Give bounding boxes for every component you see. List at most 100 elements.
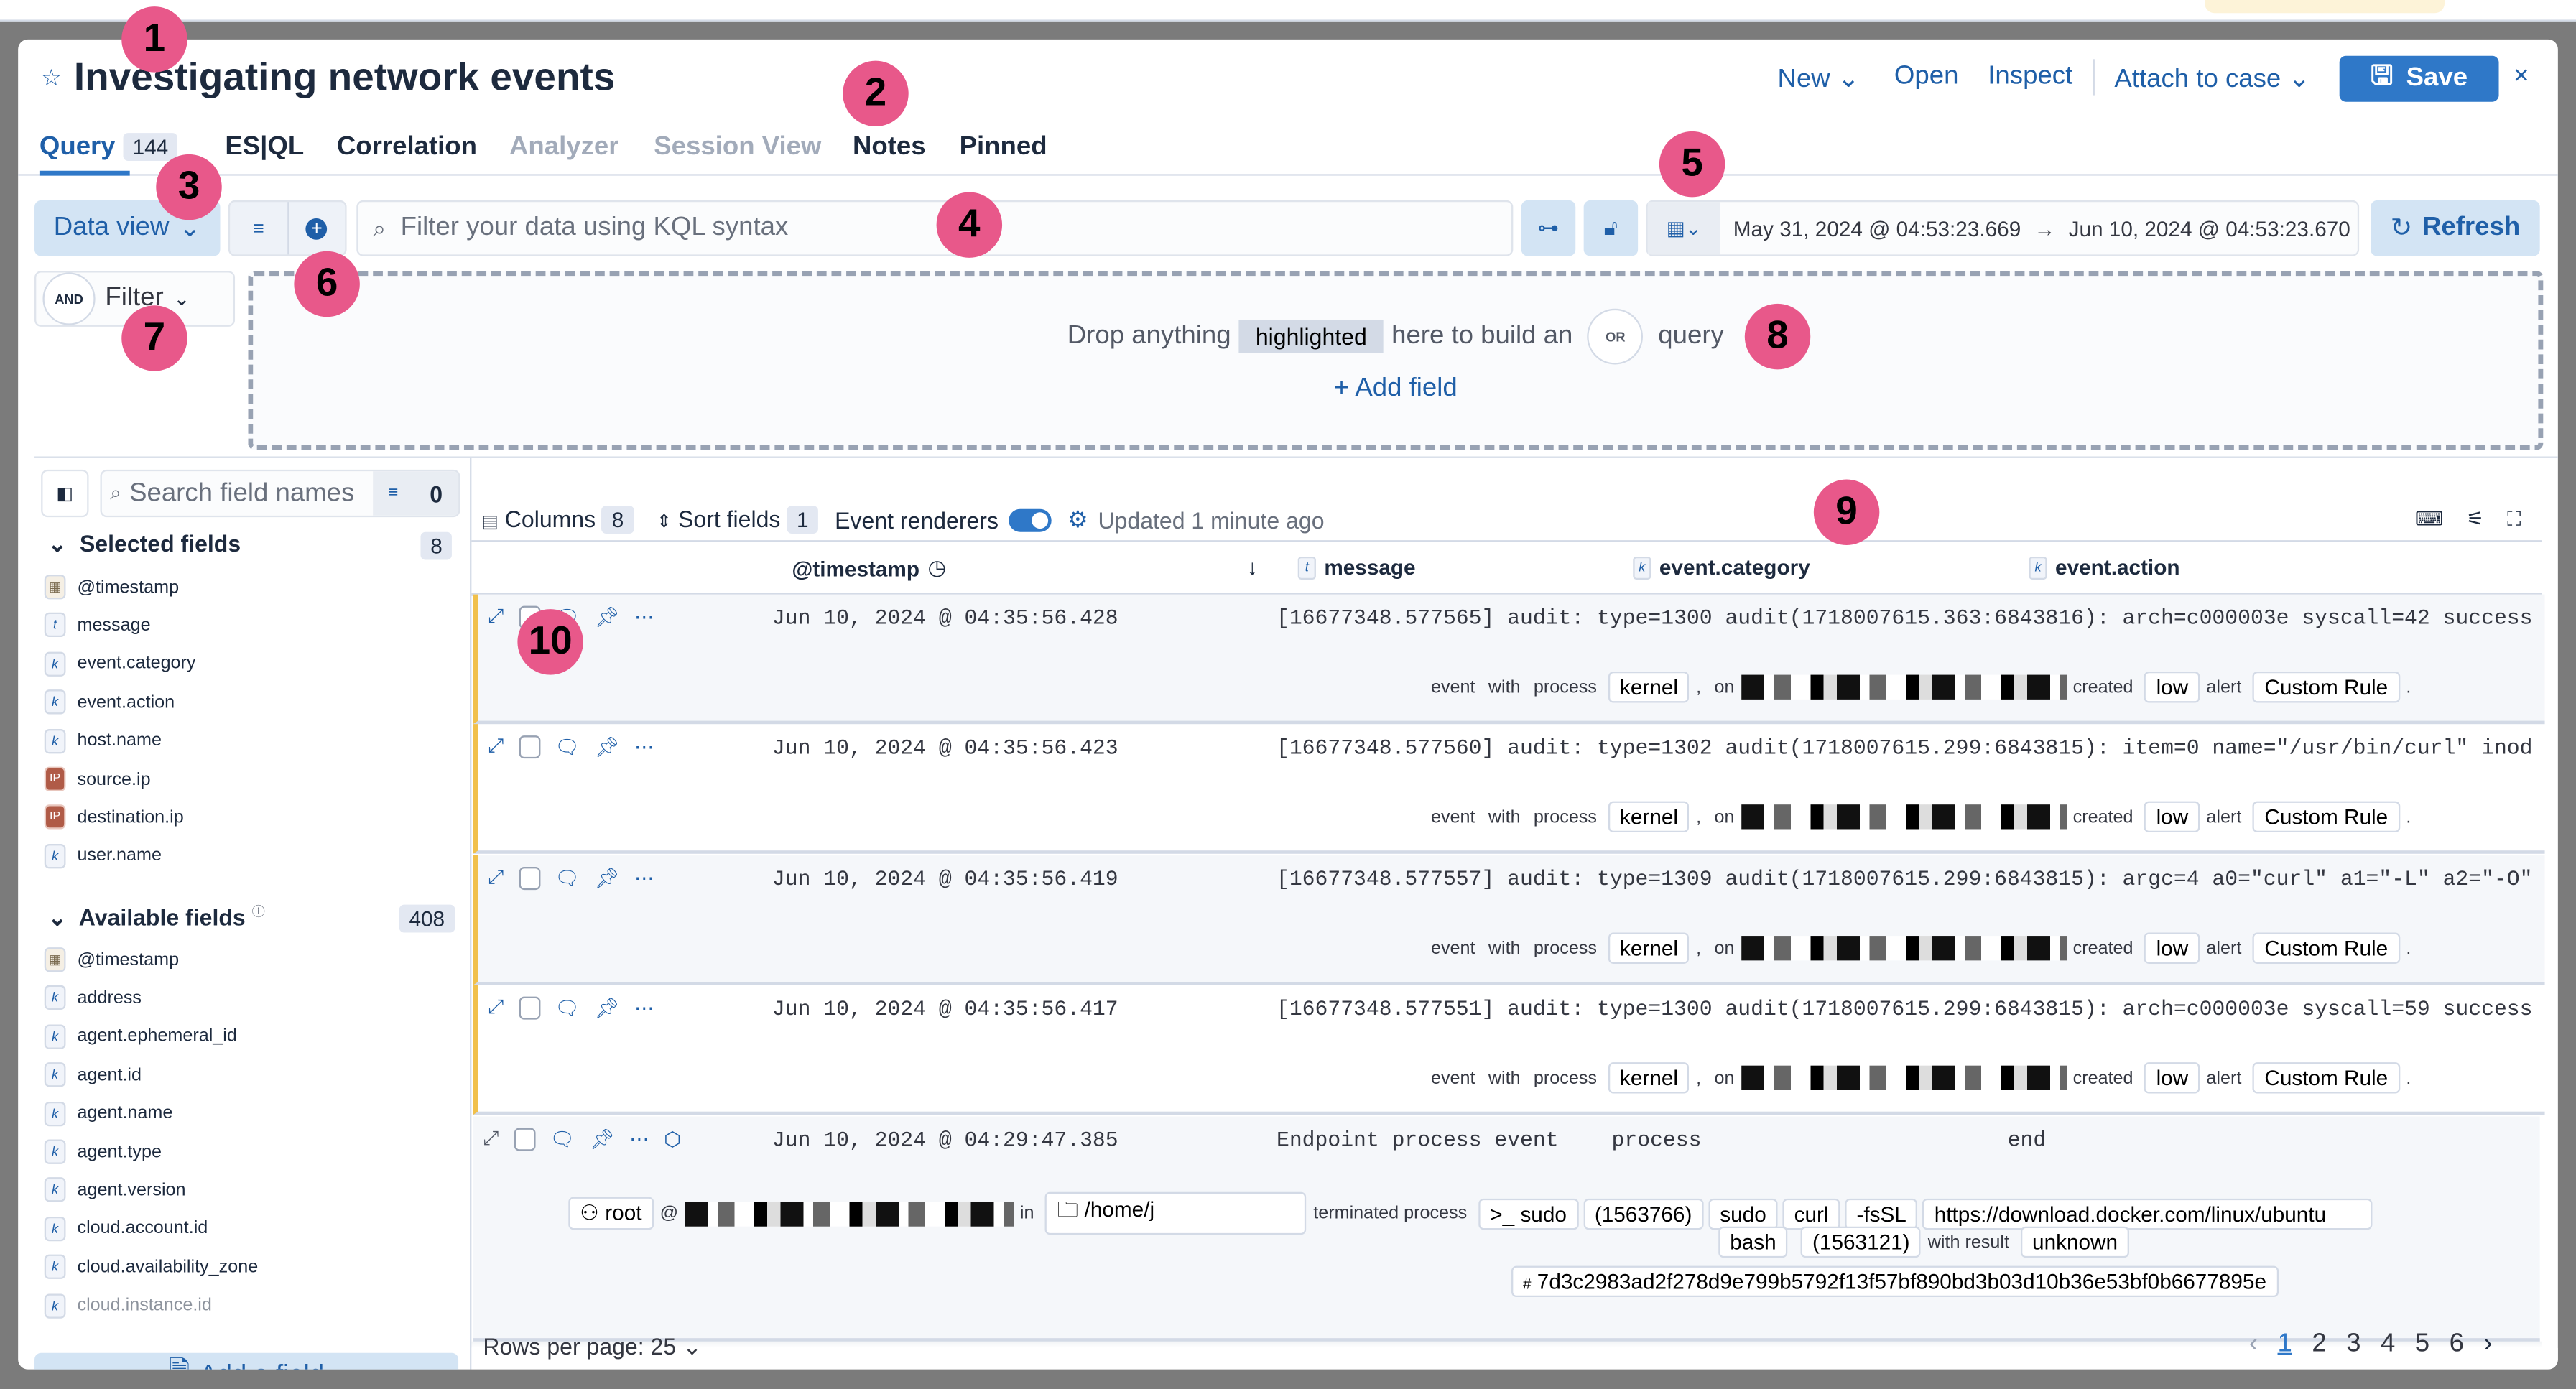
comment-icon[interactable]: 🗨︎ (555, 866, 580, 889)
field-item[interactable]: IP destination.ip (44, 805, 184, 830)
help-icon[interactable]: ⓘ (252, 905, 265, 920)
more-actions-icon[interactable]: ⋯ (629, 1127, 649, 1150)
prev-page-icon[interactable]: ‹ (2249, 1330, 2258, 1360)
result-chip[interactable]: unknown (2021, 1226, 2130, 1258)
keyboard-icon[interactable]: ⌨ (2415, 507, 2444, 531)
tab-query[interactable]: Query 144 (40, 133, 178, 162)
tab-esql[interactable]: ES|QL (225, 133, 304, 162)
user-chip[interactable]: ⚇ root (568, 1197, 654, 1230)
more-actions-icon[interactable]: ⋯ (634, 605, 654, 628)
tab-pinned[interactable]: Pinned (960, 133, 1047, 162)
comment-icon[interactable]: 🗨︎ (555, 735, 580, 758)
field-item[interactable]: k agent.id (44, 1062, 142, 1087)
rule-chip[interactable]: Custom Rule (2253, 801, 2400, 833)
column-header-timestamp[interactable]: @timestamp ◷ (792, 555, 946, 582)
field-item[interactable]: k host.name (44, 728, 162, 753)
parent-process-chip[interactable]: bash (1718, 1226, 1788, 1258)
arg-chip[interactable]: https://download.docker.com/linux/ubuntu (1922, 1197, 2373, 1230)
field-item[interactable]: k agent.name (44, 1101, 173, 1126)
process-chip[interactable]: kernel (1608, 672, 1690, 703)
event-renderers-toggle[interactable] (1008, 508, 1052, 531)
process-chip[interactable]: kernel (1608, 801, 1690, 833)
pin-icon[interactable]: 📌︎ (595, 735, 620, 758)
gear-icon[interactable]: ⚙ (1067, 506, 1088, 534)
severity-chip[interactable]: low (2144, 1062, 2200, 1094)
favorite-star-icon[interactable]: ☆ (41, 64, 62, 92)
parent-pid-chip[interactable]: (1563121) (1801, 1226, 1922, 1258)
comment-icon[interactable]: 🗨︎ (555, 996, 580, 1019)
refresh-button[interactable]: ↻ Refresh (2371, 200, 2540, 256)
page-2[interactable]: 2 (2312, 1330, 2326, 1360)
directory-chip[interactable]: 🗀 /home/j (1045, 1191, 1307, 1235)
arg-chip[interactable]: curl (1782, 1197, 1840, 1230)
more-actions-icon[interactable]: ⋯ (634, 735, 654, 758)
arg-chip[interactable]: -fsSL (1845, 1197, 1918, 1230)
rule-chip[interactable]: Custom Rule (2253, 932, 2400, 964)
process-chip[interactable]: kernel (1608, 932, 1690, 964)
query-builder-dropzone[interactable]: Drop anything highlighted here to build … (248, 271, 2544, 450)
more-actions-icon[interactable]: ⋯ (634, 866, 654, 889)
open-button[interactable]: Open (1894, 62, 1959, 92)
filter-menu-icon[interactable]: ≡ (230, 202, 289, 255)
field-item[interactable]: k event.action (44, 689, 175, 715)
collapse-sidebar-icon[interactable]: ◧ (41, 469, 89, 518)
date-start[interactable]: May 31, 2024 @ 04:53:23.669 (1733, 216, 2021, 241)
new-menu-button[interactable]: New ⌄ (1778, 62, 1860, 96)
rule-chip[interactable]: Custom Rule (2253, 1062, 2400, 1094)
attach-to-case-button[interactable]: Attach to case ⌄ (2114, 62, 2310, 96)
field-item[interactable]: k user.name (44, 843, 162, 868)
field-item[interactable]: k cloud.instance.id (44, 1293, 212, 1318)
process-chip[interactable]: >_ sudo (1478, 1197, 1578, 1230)
field-item[interactable]: k agent.version (44, 1178, 186, 1203)
pin-icon[interactable]: 📌︎ (595, 996, 620, 1019)
expand-icon[interactable]: ⤢ (488, 734, 504, 758)
query-builder-icon[interactable]: ⊶ (1521, 200, 1576, 256)
table-row[interactable]: ⤢ 🗨︎ 📌︎ ⋯ Jun 10, 2024 @ 04:35:56.417 [166773… (473, 985, 2545, 1115)
page-4[interactable]: 4 (2381, 1330, 2395, 1360)
field-search-input[interactable]: ⌕ Search field names ≡ 0 (100, 469, 460, 518)
severity-chip[interactable]: low (2144, 672, 2200, 703)
more-actions-icon[interactable]: ⋯ (634, 996, 654, 1019)
sort-desc-icon[interactable]: ↓ (1247, 555, 1258, 580)
field-item[interactable]: k cloud.availability_zone (44, 1255, 258, 1280)
pin-icon[interactable]: 📌︎ (595, 605, 620, 628)
rule-chip[interactable]: Custom Rule (2253, 672, 2400, 703)
expand-icon[interactable]: ⤢ (488, 865, 504, 890)
severity-chip[interactable]: low (2144, 932, 2200, 964)
tab-analyzer[interactable]: Analyzer (509, 133, 619, 162)
date-picker[interactable]: ▦⌄ May 31, 2024 @ 04:53:23.669 → Jun 10,… (1646, 200, 2360, 256)
field-item[interactable]: k cloud.account.id (44, 1216, 208, 1241)
process-chip[interactable]: kernel (1608, 1062, 1690, 1094)
save-button[interactable]: 🖫 Save (2339, 55, 2499, 102)
table-row[interactable]: ⤢🗨︎📌︎⋯Jun 10, 2024 @ 04:35:56.428[166773… (473, 594, 2545, 725)
field-item[interactable]: IP source.ip (44, 766, 151, 791)
row-checkbox[interactable] (518, 865, 540, 889)
calendar-icon[interactable]: ▦⌄ (1647, 202, 1720, 255)
arg-chip[interactable]: sudo (1708, 1197, 1778, 1230)
field-item[interactable]: k agent.type (44, 1139, 162, 1164)
add-filter-icon[interactable]: + (288, 202, 345, 254)
unlock-icon[interactable]: 🔓︎ (1583, 200, 1639, 256)
page-5[interactable]: 5 (2415, 1330, 2429, 1360)
field-item[interactable]: k event.category (44, 651, 196, 677)
available-fields-toggle[interactable]: ⌄ Available fields ⓘ (47, 903, 265, 932)
tab-correlation[interactable]: Correlation (337, 133, 477, 162)
session-view-icon[interactable]: ⬡ (664, 1127, 681, 1150)
rows-per-page-select[interactable]: Rows per page: 25 ⌄ (483, 1333, 702, 1361)
row-checkbox[interactable] (513, 1127, 535, 1151)
columns-button[interactable]: ▤ Columns 8 (481, 506, 634, 534)
field-item[interactable]: ▦ @timestamp (44, 947, 179, 972)
field-item[interactable]: k agent.ephemeral_id (44, 1024, 237, 1049)
column-header-event-category[interactable]: k event.category (1633, 555, 1810, 580)
kql-search-input[interactable]: ⌕ Filter your data using KQL syntax (356, 200, 1514, 256)
sort-fields-button[interactable]: ⇕ Sort fields 1 (657, 506, 819, 534)
severity-chip[interactable]: low (2144, 801, 2200, 833)
column-header-event-action[interactable]: k event.action (2029, 555, 2180, 580)
expand-icon[interactable]: ⤢ (488, 995, 504, 1019)
comment-icon[interactable]: 🗨︎ (550, 1127, 575, 1150)
field-item[interactable]: t message (44, 613, 151, 638)
tab-notes[interactable]: Notes (853, 133, 926, 162)
field-item[interactable]: k address (44, 985, 142, 1011)
table-row[interactable]: ⤢ 🗨︎ 📌︎ ⋯ Jun 10, 2024 @ 04:35:56.419 [166773… (473, 855, 2545, 985)
tab-session-view[interactable]: Session View (654, 133, 821, 162)
